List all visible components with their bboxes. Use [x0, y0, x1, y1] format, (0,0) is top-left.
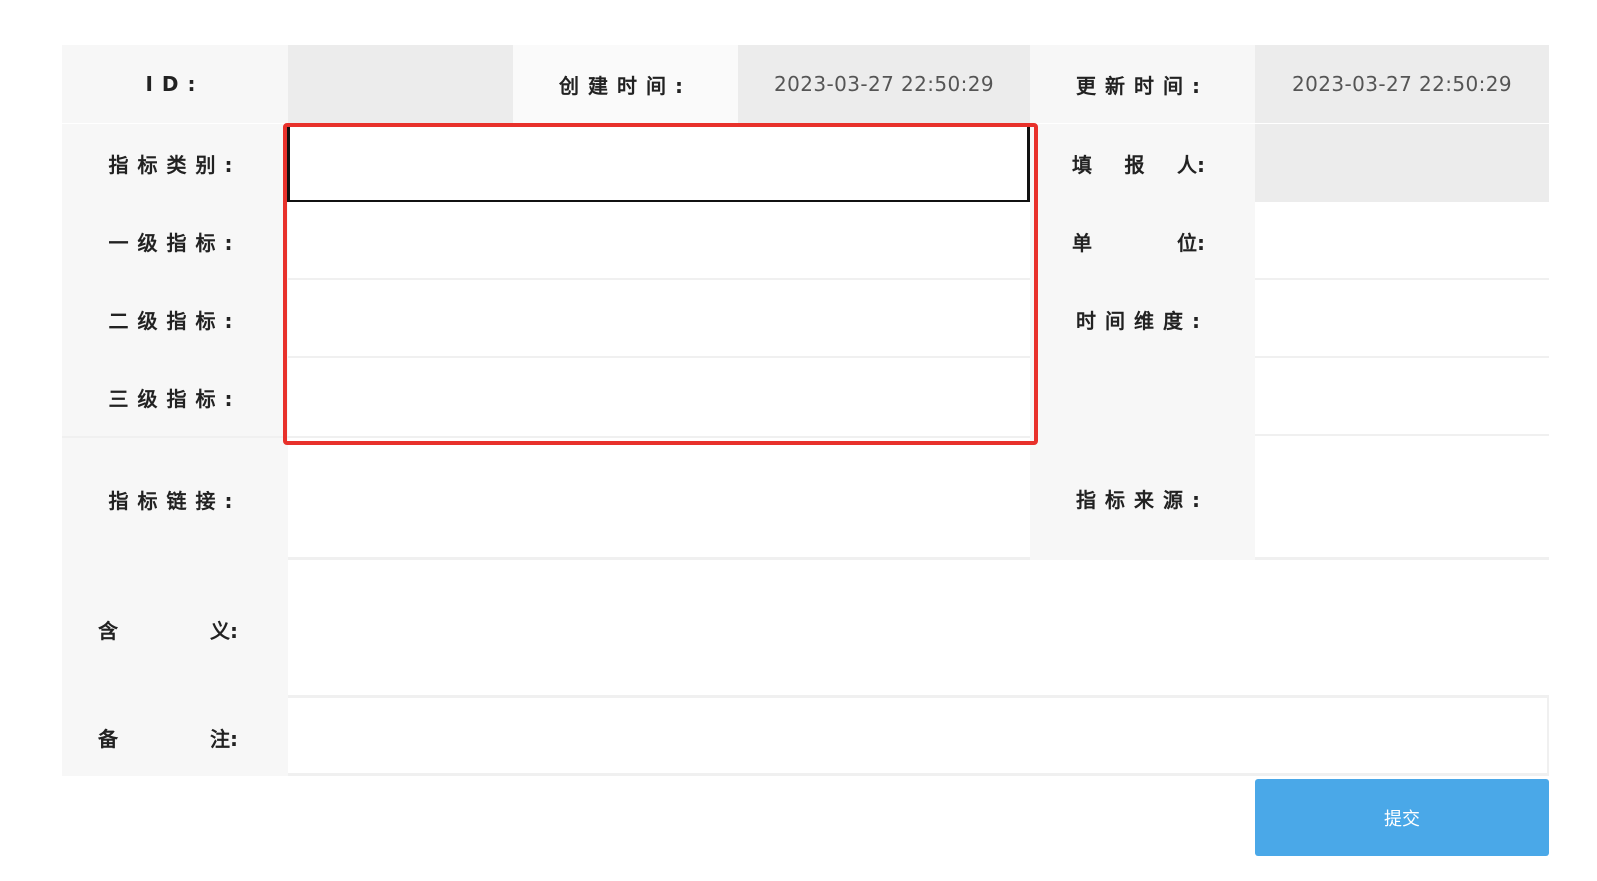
remark-input[interactable] — [288, 698, 1549, 776]
id-field[interactable] — [288, 45, 513, 123]
submit-button[interactable]: 提交 — [1255, 779, 1549, 856]
updated-time-value: 2023-03-27 22:50:29 — [1291, 72, 1512, 96]
level2-input[interactable] — [288, 280, 1030, 358]
time-dimension-input[interactable] — [1255, 280, 1549, 358]
source-input[interactable] — [1255, 436, 1549, 560]
updated-time-field: 2023-03-27 22:50:29 — [1255, 45, 1549, 123]
id-label: ID: — [145, 72, 205, 96]
unit-label-a: 单 — [1072, 230, 1092, 255]
created-time-field: 2023-03-27 22:50:29 — [738, 45, 1030, 123]
reporter-field — [1255, 124, 1549, 202]
id-label-cell: ID: — [62, 45, 288, 123]
link-label-cell: 指标链接: — [62, 436, 288, 560]
reporter-label-b: 报 — [1124, 152, 1145, 177]
level1-label-cell: 一级指标: — [62, 202, 288, 280]
reporter-label-c: 人: — [1177, 152, 1205, 177]
time-dimension-label: 时间维度: — [1076, 308, 1209, 333]
level1-label: 一级指标: — [108, 230, 242, 255]
category-label-cell: 指标类别: — [62, 124, 288, 202]
link-input[interactable] — [288, 436, 1030, 560]
level2-label-cell: 二级指标: — [62, 280, 288, 358]
level2-label: 二级指标: — [108, 308, 242, 333]
reporter-label-a: 填 — [1072, 152, 1092, 177]
updated-time-label: 更新时间: — [1076, 73, 1209, 98]
created-time-label: 创建时间: — [559, 73, 692, 98]
remark-label-a: 备 — [98, 726, 118, 751]
category-input[interactable] — [287, 124, 1030, 203]
level3-label: 三级指标: — [108, 386, 242, 411]
created-time-value: 2023-03-27 22:50:29 — [773, 72, 994, 96]
meaning-label-b: 义: — [210, 618, 238, 643]
reporter-label-cell: 填 报 人: — [1030, 124, 1255, 202]
meaning-input[interactable] — [288, 560, 1549, 698]
empty-label-cell — [1030, 358, 1255, 436]
category-label: 指标类别: — [108, 152, 242, 177]
remark-label-cell: 备 注: — [62, 698, 288, 776]
meaning-label-cell: 含 义: — [62, 560, 288, 698]
source-label: 指标来源: — [1076, 487, 1209, 512]
link-label: 指标链接: — [108, 488, 242, 513]
empty-input-cell — [1255, 358, 1549, 436]
unit-input[interactable] — [1255, 202, 1549, 280]
level3-input[interactable] — [288, 358, 1030, 436]
updated-label-cell: 更新时间: — [1030, 45, 1255, 123]
time-dimension-label-cell: 时间维度: — [1030, 280, 1255, 358]
meaning-label-a: 含 — [98, 618, 118, 643]
remark-label-b: 注: — [210, 726, 238, 751]
created-label-cell: 创建时间: — [513, 45, 738, 123]
unit-label-cell: 单 位: — [1030, 202, 1255, 280]
unit-label-b: 位: — [1177, 230, 1205, 255]
level3-label-cell: 三级指标: — [62, 358, 288, 436]
level1-input[interactable] — [288, 202, 1030, 280]
indicator-form: ID: 创建时间: 2023-03-27 22:50:29 更新时间: 2023… — [0, 0, 1597, 881]
source-label-cell: 指标来源: — [1030, 436, 1255, 560]
